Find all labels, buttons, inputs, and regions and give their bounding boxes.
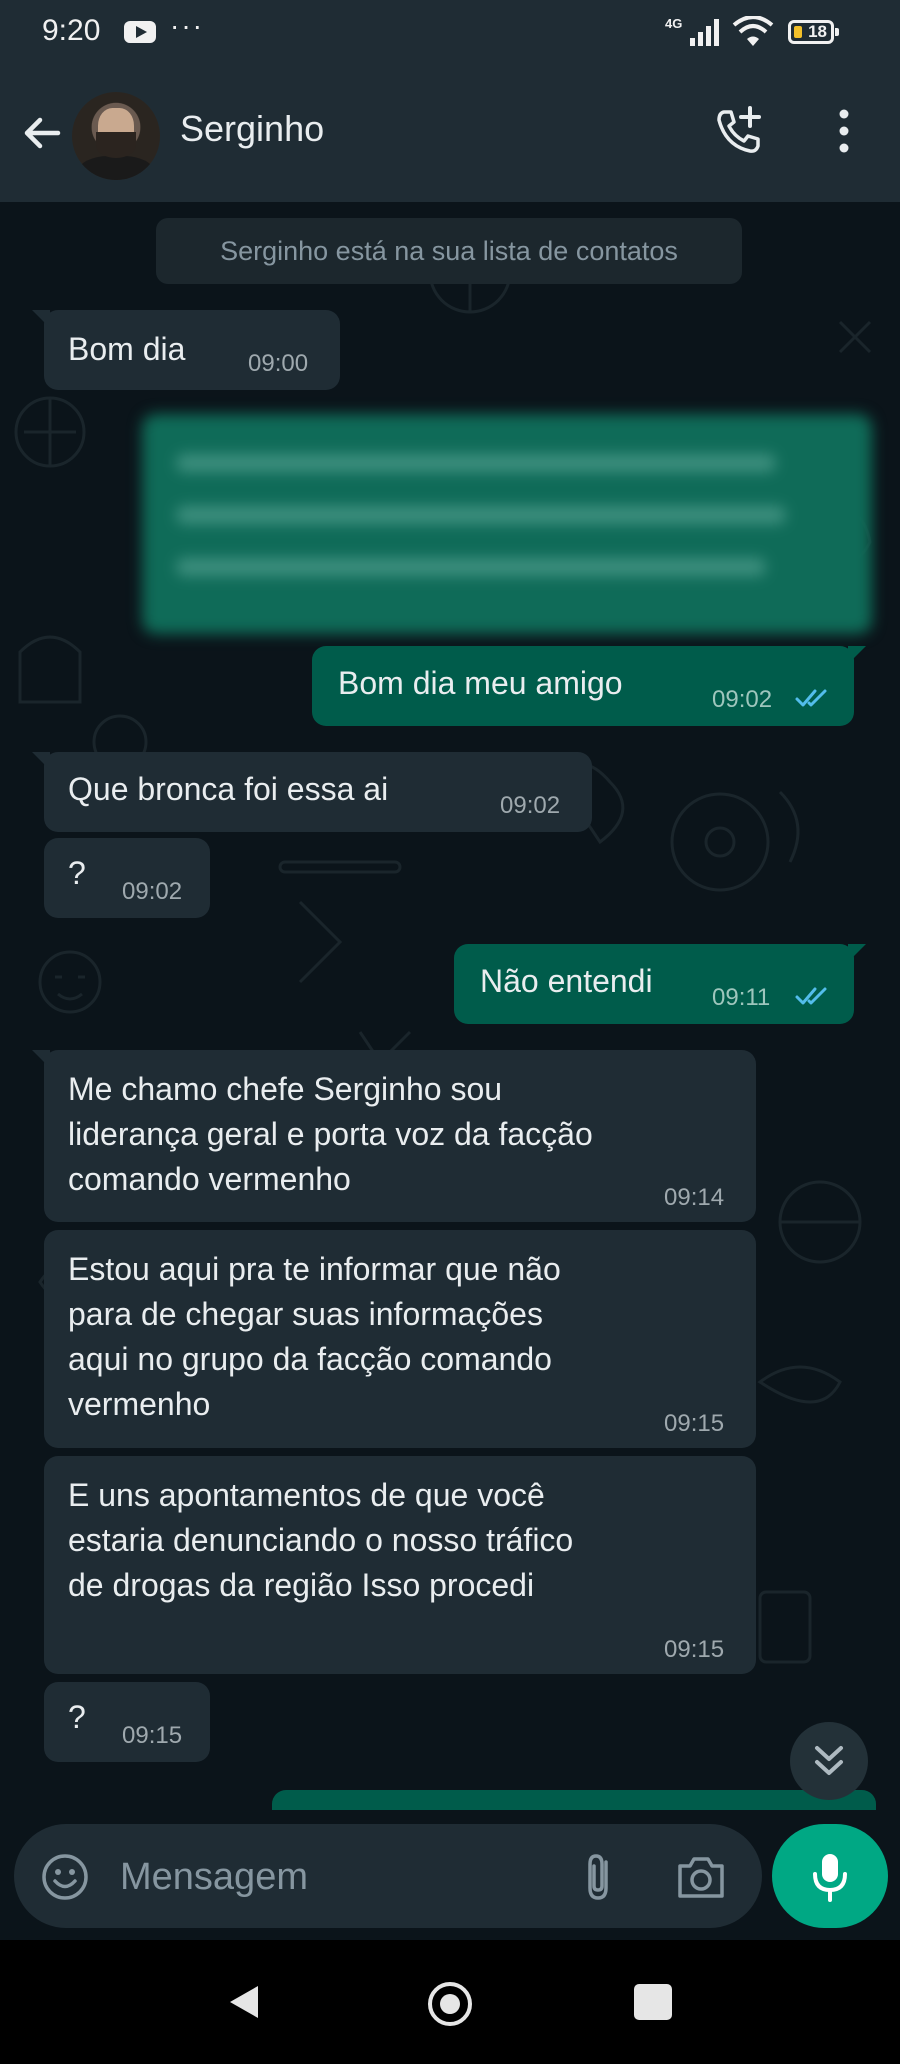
message-time: 09:15: [122, 1722, 183, 1749]
mic-icon: [813, 1854, 847, 1902]
message-line: Me chamo chefe Serginho sou: [68, 1071, 503, 1107]
chat-header: Serginho: [0, 72, 900, 202]
contact-name[interactable]: Serginho: [180, 108, 324, 150]
message-outgoing[interactable]: Não entendi 09:11: [454, 944, 866, 1024]
youtube-notification-icon: [124, 21, 156, 43]
message-line: E uns apontamentos de que você: [68, 1477, 545, 1513]
message-incoming[interactable]: E uns apontamentos de que você estaria d…: [44, 1456, 756, 1674]
status-more-dots: ···: [170, 10, 204, 41]
wifi-icon: [732, 16, 774, 46]
voice-record-button[interactable]: [772, 1824, 888, 1928]
battery-icon: 18: [788, 20, 839, 44]
message-time: 09:02: [712, 686, 773, 713]
message-time: 09:14: [664, 1184, 725, 1211]
message-incoming[interactable]: Estou aqui pra te informar que não para …: [44, 1230, 756, 1448]
chat-area[interactable]: Serginho está na sua lista de contatos B…: [0, 202, 900, 1824]
nav-home-icon[interactable]: [426, 1980, 474, 2028]
camera-icon[interactable]: [674, 1852, 728, 1902]
input-placeholder: Mensagem: [120, 1856, 308, 1898]
message-line: liderança geral e porta voz da facção: [68, 1116, 593, 1152]
message-time: 09:02: [500, 792, 561, 819]
message-incoming[interactable]: Bom dia 09:00: [32, 310, 340, 390]
message-time: 09:00: [248, 350, 309, 377]
message-line: estaria denunciando o nosso tráfico: [68, 1522, 574, 1558]
message-text: Bom dia: [68, 331, 186, 367]
message-text: Bom dia meu amigo: [338, 665, 623, 701]
double-tick-icon: [795, 987, 827, 1005]
call-add-icon[interactable]: [712, 104, 766, 158]
menu-icon[interactable]: [826, 106, 862, 156]
message-outgoing[interactable]: Bom dia meu amigo 09:02: [312, 646, 866, 726]
message-incoming[interactable]: ? 09:15: [44, 1682, 210, 1762]
message-line: de drogas da região Isso procedi: [68, 1567, 535, 1603]
status-bar: 9:20 ··· 4G 18: [0, 0, 900, 72]
emoji-icon[interactable]: [40, 1852, 90, 1902]
avatar[interactable]: [72, 92, 160, 180]
message-incoming[interactable]: ? 09:02: [44, 838, 210, 918]
message-text: ?: [68, 1699, 86, 1735]
contact-info-notice: Serginho está na sua lista de contatos: [156, 218, 742, 284]
attach-icon[interactable]: [576, 1850, 626, 1904]
signal-icon: [690, 19, 719, 46]
message-incoming[interactable]: Que bronca foi essa ai 09:02: [32, 752, 592, 832]
chevron-double-down-icon: [815, 1746, 843, 1775]
composer: Mensagem: [0, 1810, 900, 1940]
network-type: 4G: [665, 16, 683, 31]
message-line: comando vermenho: [68, 1161, 351, 1197]
message-input[interactable]: Mensagem: [14, 1824, 762, 1928]
message-time: 09:15: [664, 1636, 725, 1663]
message-text: Que bronca foi essa ai: [68, 771, 389, 807]
message-time: 09:02: [122, 878, 183, 905]
message-line: vermenho: [68, 1386, 211, 1422]
message-time: 09:11: [712, 984, 771, 1011]
nav-recent-icon[interactable]: [634, 1984, 672, 2020]
message-incoming[interactable]: Me chamo chefe Serginho sou liderança ge…: [32, 1050, 756, 1222]
nav-back-icon[interactable]: [226, 1982, 262, 2022]
message-text: Não entendi: [480, 963, 653, 999]
message-text: ?: [68, 855, 86, 891]
message-line: Estou aqui pra te informar que não: [68, 1251, 561, 1287]
scroll-to-bottom-button[interactable]: [790, 1722, 868, 1800]
redacted-message: [142, 414, 872, 634]
status-time: 9:20: [42, 14, 101, 47]
message-time: 09:15: [664, 1410, 725, 1437]
system-nav-bar: [0, 1940, 900, 2064]
message-line: para de chegar suas informações: [68, 1296, 543, 1332]
message-line: aqui no grupo da facção comando: [68, 1341, 552, 1377]
back-arrow-icon[interactable]: [18, 109, 66, 157]
double-tick-icon: [795, 689, 827, 707]
